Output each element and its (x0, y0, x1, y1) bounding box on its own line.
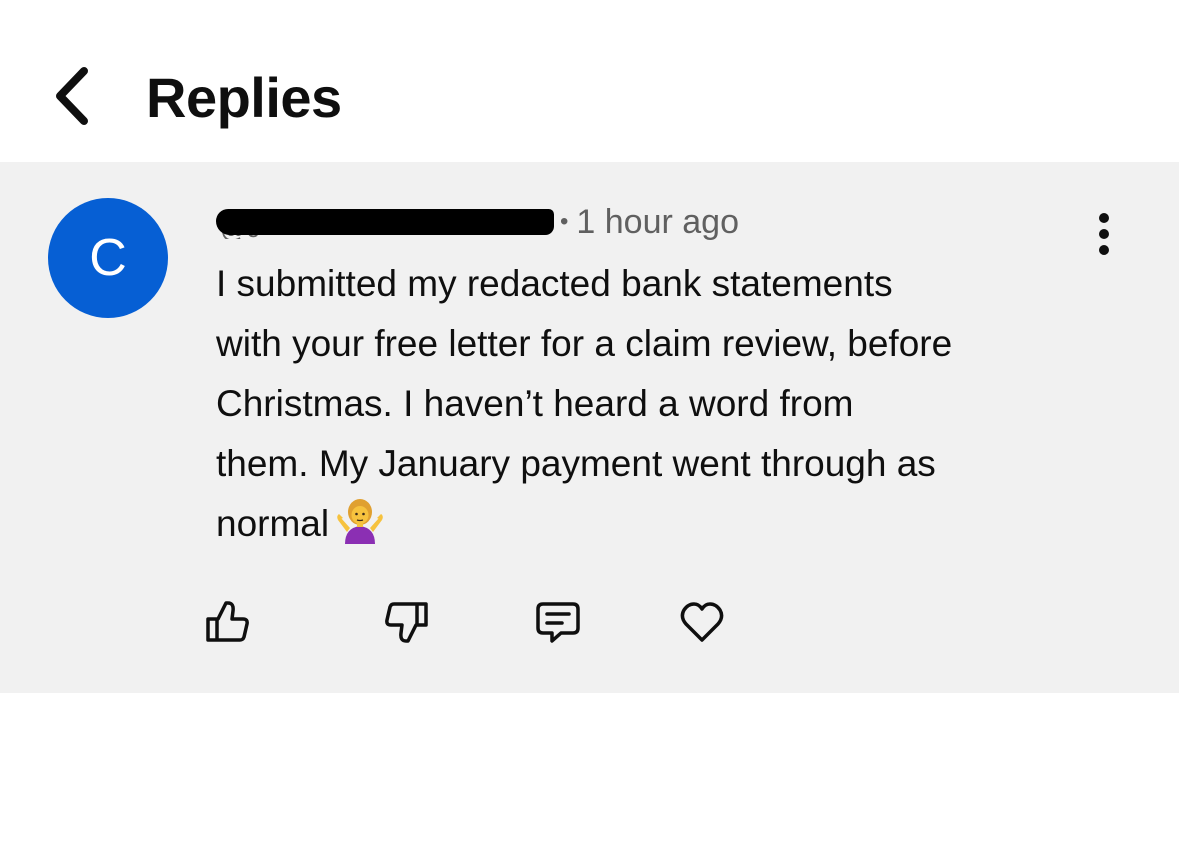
author-name[interactable]: @c (216, 205, 554, 239)
comment-text-line: I submitted my redacted bank statements (216, 263, 893, 304)
heart-button[interactable] (672, 592, 732, 652)
person-shrugging-emoji (337, 499, 383, 544)
dislike-button[interactable] (378, 592, 438, 652)
avatar-letter: C (89, 229, 127, 287)
replies-page: Replies C @c • 1 hour ago I submitted my… (0, 0, 1179, 841)
comment-text-line: Christmas. I haven’t heard a word from (216, 383, 854, 424)
comment-meta: @c • 1 hour ago (216, 200, 739, 244)
thumbs-down-icon (385, 602, 428, 643)
replies-header: Replies (0, 0, 1179, 162)
reply-button[interactable] (528, 592, 588, 652)
back-button[interactable] (36, 58, 108, 134)
comment-timestamp[interactable]: 1 hour ago (576, 203, 739, 242)
redaction-mark (216, 209, 554, 235)
comment-text-line: normal (216, 503, 330, 544)
comment-text-line-last: normal (216, 494, 1116, 554)
comment-text-line: with your free letter for a claim review… (216, 323, 953, 364)
comment-text: I submitted my redacted bank statements … (216, 254, 1116, 554)
like-button[interactable] (196, 592, 256, 652)
comment-text-line: them. My January payment went through as (216, 443, 936, 484)
thumbs-up-icon (206, 601, 249, 642)
avatar[interactable]: C (48, 198, 168, 318)
more-vertical-icon (1099, 213, 1109, 255)
chevron-left-icon (56, 67, 88, 125)
meta-separator: • (560, 208, 569, 235)
page-title: Replies (146, 66, 342, 129)
comment-icon (536, 602, 580, 643)
heart-icon (680, 602, 724, 642)
comment-card: C @c • 1 hour ago I submitted my redacte… (0, 162, 1179, 693)
